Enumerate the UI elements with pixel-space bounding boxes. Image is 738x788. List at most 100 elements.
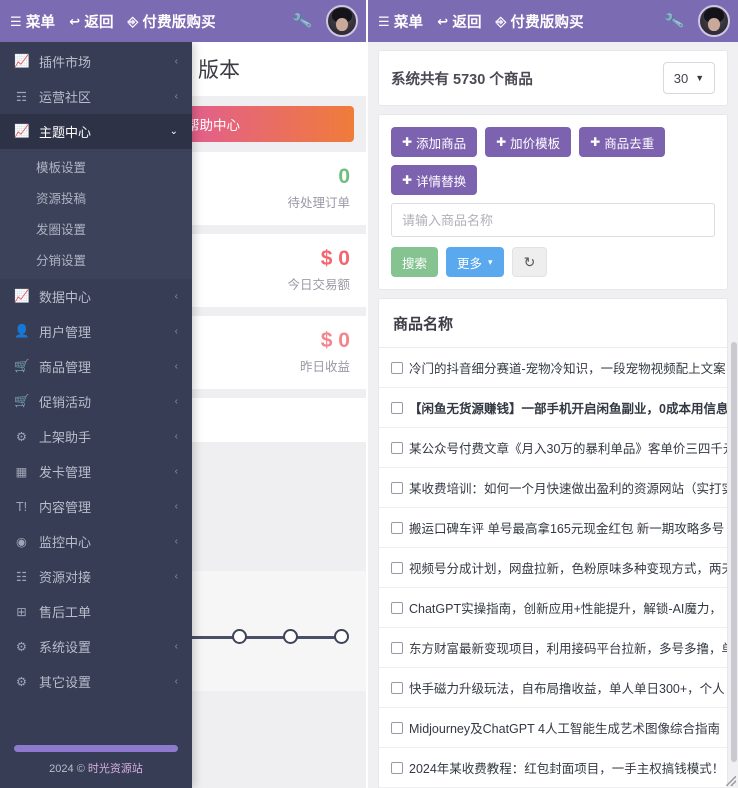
row-checkbox[interactable]	[391, 481, 403, 494]
sidebar-submenu-theme-center: 模板设置 资源投稿 发圈设置 分销设置	[0, 149, 192, 279]
row-checkbox[interactable]	[391, 601, 403, 614]
table-row[interactable]: 【闲鱼无货源赚钱】一部手机开启闲鱼副业，0成本用信息	[379, 388, 727, 428]
sidebar-item-card-management[interactable]: ▦ 发卡管理 ‹	[0, 454, 192, 489]
table-row[interactable]: 快手磁力升级玩法，自布局撸收益，单人单日300+，个人	[379, 668, 727, 708]
step-dot[interactable]	[283, 629, 298, 644]
plus-icon: ✚	[590, 135, 601, 149]
copyright: 2024 © 时光资源站	[14, 760, 178, 776]
sidebar-item-monitor-center[interactable]: ◉ 监控中心 ‹	[0, 524, 192, 559]
chevron-left-icon: ‹	[174, 501, 178, 512]
product-count-row: 系统共有 5730 个商品 30 ▼	[379, 51, 727, 105]
sidebar-item-label: 插件市场	[39, 55, 92, 70]
sidebar-item-product-management[interactable]: 🛒 商品管理 ‹	[0, 349, 192, 384]
right-browser-pane: ☰ 菜单 ↩ 返回 ⎆ 付费版购买 🔧 系统共有 5730 个商品 30 ▼ ✚…	[368, 0, 738, 788]
grid-icon: ▦	[15, 465, 28, 479]
chevron-left-icon: ‹	[174, 326, 178, 337]
chevron-left-icon: ‹	[174, 361, 178, 372]
action-button-row-2: ✚ 详情替换	[391, 165, 715, 195]
sidebar-item-plugin-market[interactable]: 📈 插件市场 ‹	[0, 44, 192, 79]
sidebar-scroll[interactable]: 📈 插件市场 ‹ ☶ 运营社区 ‹ 📈 主题中心 ⌄ 模板设置 资源投稿 发圈设…	[0, 42, 192, 739]
more-button[interactable]: 更多 ▾	[446, 247, 504, 277]
row-checkbox[interactable]	[391, 521, 403, 534]
step-dot[interactable]	[334, 629, 349, 644]
table-row[interactable]: 2024年某收费教程：红包封面项目，一手主权搞钱模式！	[379, 748, 727, 788]
table-row[interactable]: 某公众号付费文章《月入30万的暴利单品》客单价三四千元	[379, 428, 727, 468]
markup-template-button[interactable]: ✚ 加价模板	[485, 127, 572, 157]
search-button-label: 搜索	[402, 256, 428, 271]
row-checkbox[interactable]	[391, 401, 403, 414]
row-checkbox[interactable]	[391, 761, 403, 774]
resize-grip[interactable]	[726, 776, 736, 786]
sidebar-item-operation-community[interactable]: ☶ 运营社区 ‹	[0, 79, 192, 114]
sidebar-item-aftersales-ticket[interactable]: ⊞ 售后工单	[0, 594, 192, 629]
add-product-button[interactable]: ✚ 添加商品	[391, 127, 478, 157]
sidebar-subitem-label: 模板设置	[36, 161, 87, 175]
horizontal-scrollbar[interactable]	[14, 745, 178, 752]
row-checkbox[interactable]	[391, 721, 403, 734]
table-row[interactable]: ChatGPT实操指南，创新应用+性能提升，解锁-AI魔力，	[379, 588, 727, 628]
sidebar-item-other-settings[interactable]: ⚙ 其它设置 ‹	[0, 664, 192, 699]
row-checkbox[interactable]	[391, 441, 403, 454]
table-row[interactable]: 搬运口碑车评 单号最高拿165元现金红包 新一期攻略多号	[379, 508, 727, 548]
search-input[interactable]	[391, 203, 715, 237]
menu-button[interactable]: ☰ 菜单	[378, 11, 423, 32]
product-table: 商品名称 冷门的抖音细分赛道-宠物冷知识，一段宠物视频配上文案 【闲鱼无货源赚钱…	[378, 298, 728, 788]
wrench-icon[interactable]: 🔧	[292, 10, 314, 32]
sidebar-item-data-center[interactable]: 📈 数据中心 ‹	[0, 279, 192, 314]
sidebar-item-promotions[interactable]: 🛒 促销活动 ‹	[0, 384, 192, 419]
sidebar-item-label: 售后工单	[39, 605, 92, 620]
cogs-icon: ⚙	[15, 430, 28, 444]
plus-icon: ✚	[402, 173, 413, 187]
replace-details-button[interactable]: ✚ 详情替换	[391, 165, 478, 195]
row-checkbox[interactable]	[391, 641, 403, 654]
sidebar-footer: 2024 © 时光资源站	[0, 739, 192, 788]
sidebar-item-label: 运营社区	[39, 90, 92, 105]
menu-icon: ☰	[10, 13, 22, 29]
cogs-icon: ⚙	[15, 675, 28, 689]
left-topbar: ☰ 菜单 ↩ 返回 ⎆ 付费版购买 🔧	[0, 0, 366, 42]
vertical-scrollbar[interactable]	[731, 342, 737, 762]
sidebar-subitem-template-settings[interactable]: 模板设置	[0, 151, 192, 182]
row-checkbox[interactable]	[391, 561, 403, 574]
menu-label: 菜单	[393, 14, 424, 31]
table-row[interactable]: 东方财富最新变现项目，利用接码平台拉新，多号多撸，单	[379, 628, 727, 668]
sidebar-subitem-distribution-settings[interactable]: 分销设置	[0, 244, 192, 275]
table-row[interactable]: 冷门的抖音细分赛道-宠物冷知识，一段宠物视频配上文案	[379, 348, 727, 388]
back-button[interactable]: ↩ 返回	[69, 11, 114, 32]
page-size-select[interactable]: 30 ▼	[663, 62, 715, 94]
table-row[interactable]: Midjourney及ChatGPT 4人工智能生成艺术图像综合指南	[379, 708, 727, 748]
sidebar-subitem-circle-settings[interactable]: 发圈设置	[0, 213, 192, 244]
avatar[interactable]	[326, 5, 358, 37]
copyright-site-link[interactable]: 时光资源站	[88, 763, 143, 775]
dedupe-products-button[interactable]: ✚ 商品去重	[579, 127, 666, 157]
search-button[interactable]: 搜索	[391, 247, 439, 277]
row-checkbox[interactable]	[391, 361, 403, 374]
sidebar-item-system-settings[interactable]: ⚙ 系统设置 ‹	[0, 629, 192, 664]
sidebar-item-theme-center[interactable]: 📈 主题中心 ⌄	[0, 114, 192, 149]
avatar[interactable]	[698, 5, 730, 37]
sidebar-item-label: 资源对接	[39, 570, 92, 585]
wrench-icon[interactable]: 🔧	[664, 10, 686, 32]
sidebar-item-resource-docking[interactable]: ☷ 资源对接 ‹	[0, 559, 192, 594]
external-link-icon: ⎆	[495, 13, 507, 29]
product-name: 2024年某收费教程：红包封面项目，一手主权搞钱模式！	[409, 762, 725, 776]
table-row[interactable]: 视频号分成计划，网盘拉新，色粉原味多种变现方式，两天	[379, 548, 727, 588]
step-dot[interactable]	[232, 629, 247, 644]
menu-label: 菜单	[25, 14, 56, 31]
sidebar-subitem-resource-submission[interactable]: 资源投稿	[0, 182, 192, 213]
sidebar-item-user-management[interactable]: 👤 用户管理 ‹	[0, 314, 192, 349]
chevron-down-icon: ▾	[488, 256, 493, 267]
sidebar-item-label: 发卡管理	[39, 465, 92, 480]
table-row[interactable]: 某收费培训：如何一个月快速做出盈利的资源网站（实打实	[379, 468, 727, 508]
sidebar-item-listing-assistant[interactable]: ⚙ 上架助手 ‹	[0, 419, 192, 454]
row-checkbox[interactable]	[391, 681, 403, 694]
dedupe-products-label: 商品去重	[604, 136, 655, 151]
menu-button[interactable]: ☰ 菜单	[10, 11, 55, 32]
plus-icon: ✚	[496, 135, 507, 149]
buy-pro-button[interactable]: ⎆ 付费版购买	[128, 11, 216, 32]
sidebar-item-content-management[interactable]: T! 内容管理 ‹	[0, 489, 192, 524]
buy-pro-button[interactable]: ⎆ 付费版购买	[496, 11, 584, 32]
sidebar-item-label: 监控中心	[39, 535, 92, 550]
back-button[interactable]: ↩ 返回	[437, 11, 482, 32]
refresh-button[interactable]: ↻	[511, 247, 548, 277]
